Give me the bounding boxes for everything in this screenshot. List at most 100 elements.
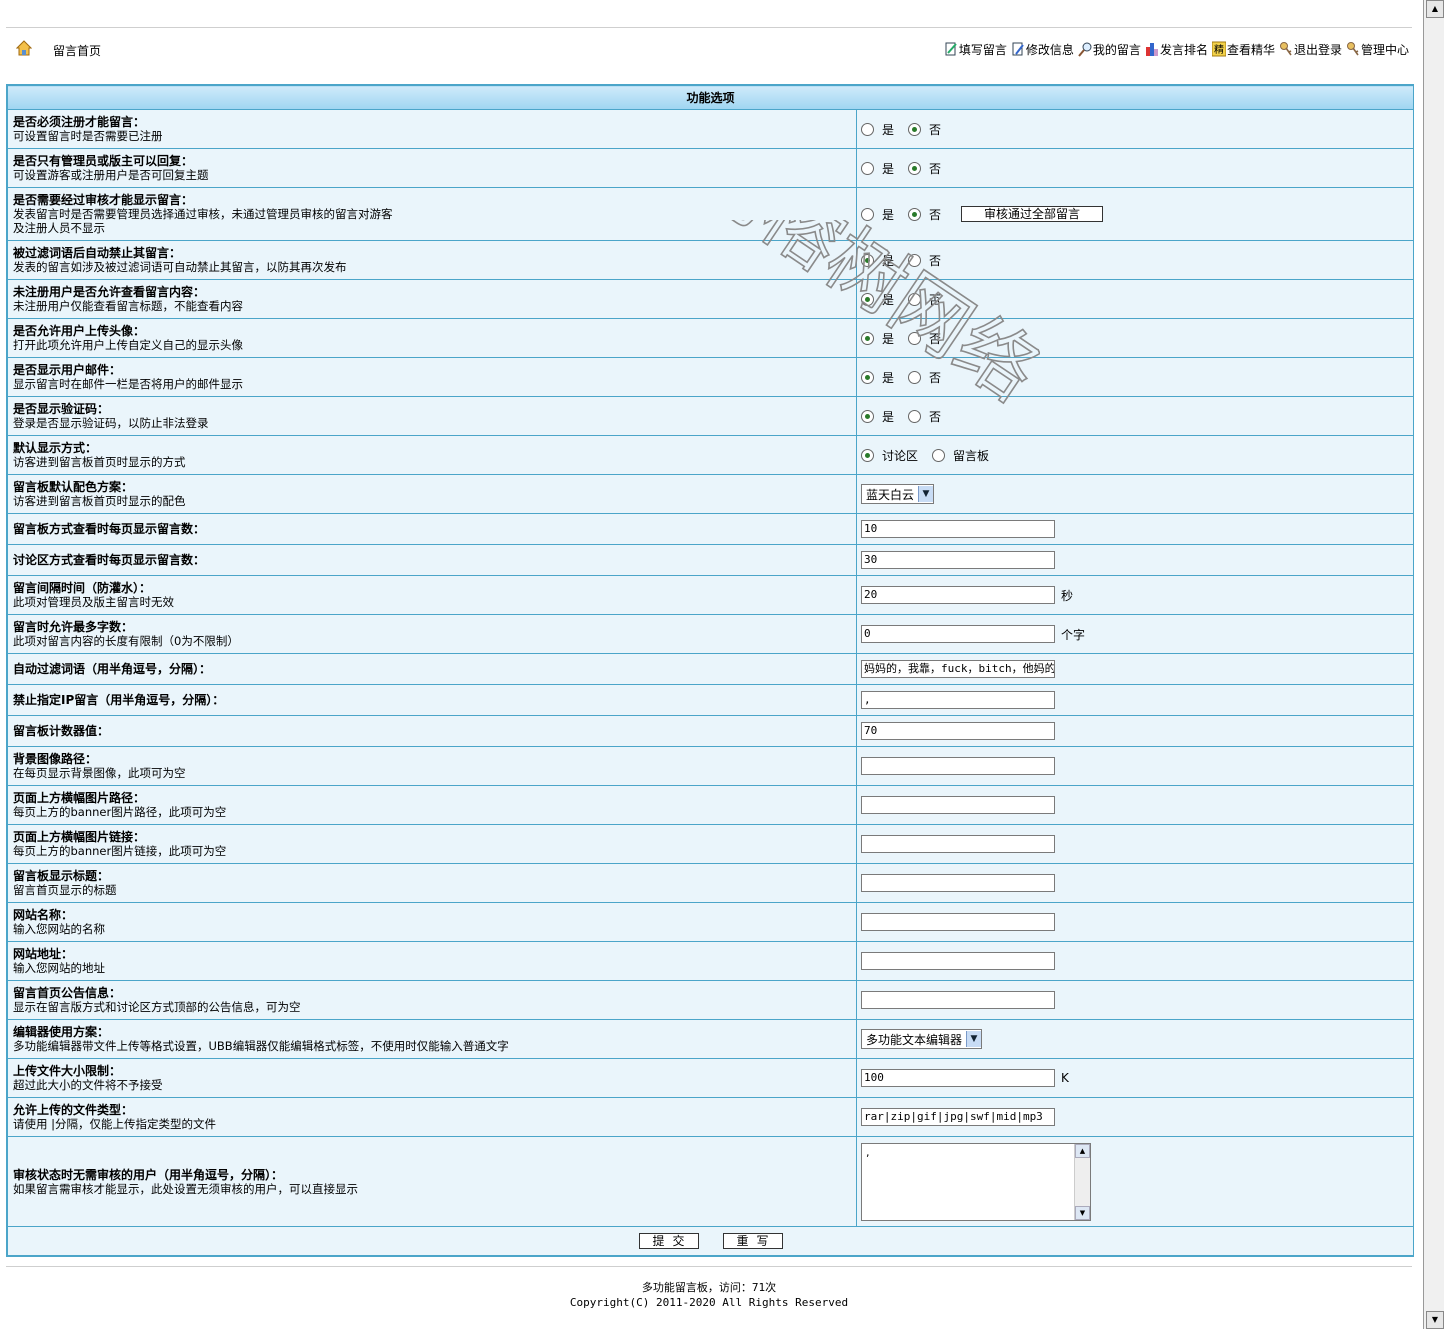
option-title: 自动过滤词语（用半角逗号，分隔）： bbox=[13, 662, 212, 676]
nav-featured-link[interactable]: 精查看精华 bbox=[1211, 41, 1275, 57]
option-row: 编辑器使用方案： 多功能编辑器带文件上传等格式设置，UBB编辑器仅能编辑格式标签，… bbox=[7, 1019, 1415, 1059]
approve-all-button[interactable]: 审核通过全部留言 bbox=[961, 206, 1104, 222]
option-label-cell: 禁止指定IP留言（用半角逗号，分隔）： bbox=[7, 684, 857, 716]
radio-label: 否 bbox=[929, 253, 942, 268]
radio-label: 否 bbox=[929, 292, 942, 307]
option-label-cell: 讨论区方式查看时每页显示留言数： bbox=[7, 544, 857, 576]
text-input[interactable] bbox=[861, 757, 1055, 775]
radio-label: 否 bbox=[929, 161, 942, 176]
select-value: 多功能文本编辑器 bbox=[866, 1032, 963, 1047]
footer: 多功能留言板，访问：71次 Copyright(C) 2011-2020 All… bbox=[6, 1280, 1412, 1310]
text-input[interactable]: 妈妈的，我靠，fuck，bitch，他妈的，性 bbox=[861, 660, 1055, 678]
options-panel: 功能选项 是否必须注册才能留言： 可设置留言时是否需要已注册是否是否只有管理员或版… bbox=[6, 84, 1415, 1257]
nav-edit-link[interactable]: 修改信息 bbox=[1011, 41, 1074, 57]
submit-row: 提交 重写 bbox=[6, 1226, 1415, 1256]
radio-button[interactable] bbox=[861, 207, 874, 221]
select-dropdown[interactable]: 多功能文本编辑器 ▼ bbox=[861, 1029, 983, 1049]
radio-button[interactable] bbox=[908, 409, 922, 423]
home-link[interactable]: 留言首页 bbox=[53, 42, 101, 59]
option-description: 登录是否显示验证码，以防止非法登录 bbox=[13, 416, 209, 430]
svg-text:精: 精 bbox=[1214, 43, 1224, 56]
radio-button[interactable] bbox=[861, 448, 874, 462]
radio-button[interactable] bbox=[908, 122, 922, 136]
text-input[interactable]: 0 bbox=[861, 625, 1055, 643]
scroll-up-button[interactable]: ▲ bbox=[1426, 0, 1444, 18]
radio-label: 是 bbox=[882, 161, 895, 176]
text-input[interactable]: 70 bbox=[861, 722, 1055, 740]
option-label-cell: 是否必须注册才能留言： 可设置留言时是否需要已注册 bbox=[7, 109, 857, 149]
reset-button[interactable]: 重写 bbox=[722, 1233, 783, 1249]
nav-label: 填写留言 bbox=[958, 43, 1007, 57]
radio-button[interactable] bbox=[861, 292, 874, 306]
radio-button[interactable] bbox=[908, 161, 922, 175]
option-title: 未注册用户是否允许查看留言内容： bbox=[13, 285, 206, 299]
option-label-cell: 网站名称： 输入您网站的名称 bbox=[7, 902, 857, 942]
radio-button[interactable] bbox=[908, 370, 922, 384]
text-input[interactable]: rar|zip|gif|jpg|swf|mid|mp3 bbox=[861, 1108, 1055, 1126]
option-row: 自动过滤词语（用半角逗号，分隔）： 妈妈的，我靠，fuck，bitch，他妈的，性 bbox=[7, 653, 1415, 685]
option-control-cell: , ▲ ▼ bbox=[855, 1136, 1415, 1227]
option-description: 此项对管理员及版主留言时无效 bbox=[13, 595, 174, 609]
text-input[interactable]: 100 bbox=[861, 1069, 1055, 1087]
radio-button[interactable] bbox=[861, 409, 874, 423]
nav-chart-link[interactable]: 发言排名 bbox=[1145, 41, 1208, 57]
scroll-down-button[interactable]: ▼ bbox=[1075, 1205, 1090, 1220]
text-input[interactable] bbox=[861, 835, 1055, 853]
nav-admin-link[interactable]: 管理中心 bbox=[1346, 41, 1409, 57]
text-input[interactable] bbox=[861, 913, 1055, 931]
radio-group: 是否 bbox=[861, 160, 1409, 177]
radio-button[interactable] bbox=[861, 161, 874, 175]
radio-button[interactable] bbox=[908, 292, 922, 306]
option-label-cell: 留言板方式查看时每页显示留言数： bbox=[7, 513, 857, 545]
option-label-cell: 是否允许用户上传头像： 打开此项允许用户上传自定义自己的显示头像 bbox=[7, 318, 857, 358]
page-scrollbar[interactable]: ▲ ▼ bbox=[1423, 0, 1444, 1329]
text-input[interactable] bbox=[861, 991, 1055, 1009]
radio-button[interactable] bbox=[908, 331, 922, 345]
radio-button[interactable] bbox=[861, 253, 874, 267]
radio-group: 是否 bbox=[861, 408, 1409, 425]
footer-copyright: Copyright(C) 2011-2020 All Rights Reserv… bbox=[569, 1296, 849, 1309]
scroll-down-button[interactable]: ▼ bbox=[1426, 1311, 1444, 1329]
radio-button[interactable] bbox=[932, 448, 946, 462]
radio-button[interactable] bbox=[908, 253, 922, 267]
nav-write-link[interactable]: 填写留言 bbox=[944, 41, 1007, 57]
option-title: 是否允许用户上传头像： bbox=[13, 324, 146, 338]
option-title: 讨论区方式查看时每页显示留言数： bbox=[13, 553, 206, 567]
radio-button[interactable] bbox=[861, 370, 874, 384]
scroll-up-button[interactable]: ▲ bbox=[1075, 1143, 1090, 1158]
text-input[interactable] bbox=[861, 874, 1055, 892]
option-title: 是否需要经过审核才能显示留言： bbox=[13, 193, 194, 207]
textarea-scrollbar[interactable]: ▲ ▼ bbox=[1074, 1143, 1090, 1220]
option-label-cell: 网站地址： 输入您网站的地址 bbox=[7, 941, 857, 981]
text-input[interactable]: 10 bbox=[861, 520, 1055, 538]
option-row: 上传文件大小限制： 超过此大小的文件将不予接受 100 K bbox=[7, 1058, 1415, 1098]
submit-cell: 提交 重写 bbox=[6, 1226, 1415, 1256]
option-title: 页面上方横幅图片路径： bbox=[13, 791, 146, 805]
radio-button[interactable] bbox=[861, 122, 874, 136]
text-input[interactable]: 30 bbox=[861, 551, 1055, 569]
chevron-down-icon[interactable]: ▼ bbox=[918, 486, 934, 502]
text-input[interactable] bbox=[861, 796, 1055, 814]
radio-button[interactable] bbox=[908, 207, 922, 221]
chart-icon bbox=[1145, 43, 1158, 56]
option-description: 每页上方的banner图片路径，此项可为空 bbox=[13, 805, 227, 819]
radio-label: 否 bbox=[929, 331, 942, 346]
nav-label: 我的留言 bbox=[1092, 43, 1141, 57]
submit-button[interactable]: 提交 bbox=[638, 1233, 699, 1249]
option-description: 此项对留言内容的长度有限制（0为不限制） bbox=[13, 634, 239, 648]
radio-label: 留言板 bbox=[953, 448, 990, 463]
option-control-cell bbox=[855, 785, 1415, 825]
text-input[interactable] bbox=[861, 952, 1055, 970]
option-description: 打开此项允许用户上传自定义自己的显示头像 bbox=[13, 338, 243, 352]
home-icon[interactable] bbox=[16, 40, 32, 56]
nav-search-link[interactable]: 我的留言 bbox=[1078, 41, 1141, 57]
text-input[interactable]: , bbox=[861, 691, 1055, 709]
nav-key-link[interactable]: 退出登录 bbox=[1279, 41, 1342, 57]
radio-button[interactable] bbox=[861, 331, 874, 345]
chevron-down-icon[interactable]: ▼ bbox=[966, 1031, 982, 1047]
option-row: 背景图像路径： 在每页显示背景图像，此项可为空 bbox=[7, 746, 1415, 786]
textarea-input[interactable]: , ▲ ▼ bbox=[861, 1142, 1091, 1221]
option-control-cell: 是否 bbox=[855, 240, 1415, 280]
text-input[interactable]: 20 bbox=[861, 586, 1055, 604]
select-dropdown[interactable]: 蓝天白云 ▼ bbox=[861, 484, 935, 504]
